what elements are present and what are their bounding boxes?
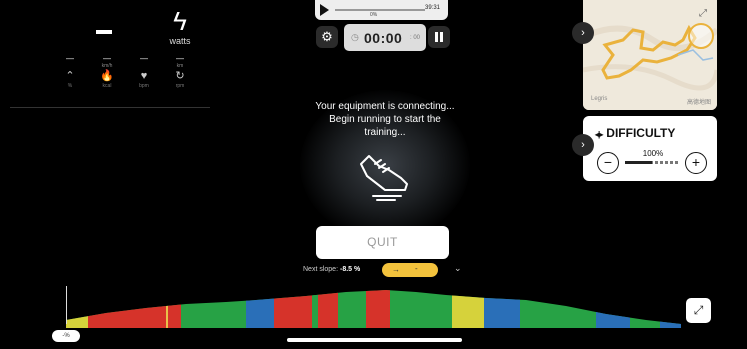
difficulty-icon: ◂|▸ — [595, 130, 603, 139]
map-logo-left: Legris — [591, 96, 608, 102]
map-logo-right: 高德地图 — [686, 100, 711, 106]
home-indicator — [287, 338, 462, 342]
quit-button[interactable]: QUIT — [316, 226, 449, 259]
cadence-icon: ↻ — [175, 70, 185, 82]
lightning-icon: ϟ — [173, 6, 187, 36]
next-slope-pill[interactable]: → - — [382, 263, 438, 277]
map-expand-icon[interactable]: ⤢ — [699, 8, 707, 19]
timer-value: 00:00 — [364, 30, 403, 46]
video-progress-track[interactable] — [335, 9, 425, 11]
stats-panel: ϟ watts — ⌃ % — km/h 🔥 kcal — ♥ bpm — km… — [10, 0, 210, 108]
elevation-profile — [66, 290, 681, 328]
video-total-time: 39:31 — [424, 5, 440, 11]
chevron-right-icon: › — [581, 139, 585, 151]
arrow-right-icon: → — [392, 265, 400, 274]
next-slope-label: Next slope: -8.5 % — [303, 266, 361, 273]
heart-icon: ♥ — [140, 70, 148, 82]
timer-fraction: : 00 — [410, 35, 421, 41]
gear-icon: ⚙ — [321, 29, 333, 44]
fullscreen-button[interactable]: ⤢ — [686, 298, 711, 323]
difficulty-panel: ◂|▸ DIFFICULTY − 100% + — [583, 116, 717, 181]
video-progress-percent: 0% — [370, 12, 378, 18]
current-slope-tag: -% — [52, 330, 80, 342]
workout-timer: ◷ 00:00 : 00 — [344, 24, 426, 51]
route-map[interactable]: ⤢ Legris 高德地图 — [583, 0, 717, 110]
metric-heart: — ♥ bpm — [124, 54, 164, 89]
position-cursor[interactable] — [66, 286, 67, 324]
difficulty-increase-button[interactable]: + — [685, 152, 707, 174]
chevron-right-icon: › — [581, 27, 585, 39]
next-slope-row: Next slope: -8.5 % → - ⌄ — [300, 263, 470, 277]
difficulty-level-bar — [625, 161, 679, 164]
play-icon[interactable] — [320, 4, 329, 16]
chevron-down-icon[interactable]: ⌄ — [454, 263, 462, 274]
route-map-canvas — [583, 0, 717, 110]
running-shoe-icon — [360, 155, 408, 201]
watts-unit: watts — [169, 36, 191, 46]
difficulty-title: ◂|▸ DIFFICULTY — [595, 126, 676, 140]
metric-slope: — ⌃ % — [50, 54, 90, 89]
connecting-message: Your equipment is connecting... Begin ru… — [315, 101, 455, 138]
difficulty-toggle-button[interactable]: › — [572, 134, 594, 156]
incline-icon: ⌃ — [65, 70, 75, 82]
settings-button[interactable]: ⚙ — [316, 26, 338, 48]
expand-icon: ⤢ — [693, 303, 704, 317]
timer-controls: ⚙ ◷ 00:00 : 00 — [316, 24, 451, 52]
metric-speed: — km/h 🔥 kcal — [87, 54, 127, 89]
map-toggle-button[interactable]: › — [572, 22, 594, 44]
video-player-bar: 0% 39:31 — [315, 0, 448, 20]
power-value — [96, 30, 112, 34]
difficulty-value: 100% — [642, 149, 664, 158]
difficulty-decrease-button[interactable]: − — [597, 152, 619, 174]
pause-button[interactable] — [428, 26, 450, 48]
watts-block: ϟ watts — [160, 8, 200, 46]
clock-icon: ◷ — [351, 32, 359, 42]
metric-distance: — km ↻ rpm — [160, 54, 200, 89]
flame-icon: 🔥 — [100, 70, 114, 82]
